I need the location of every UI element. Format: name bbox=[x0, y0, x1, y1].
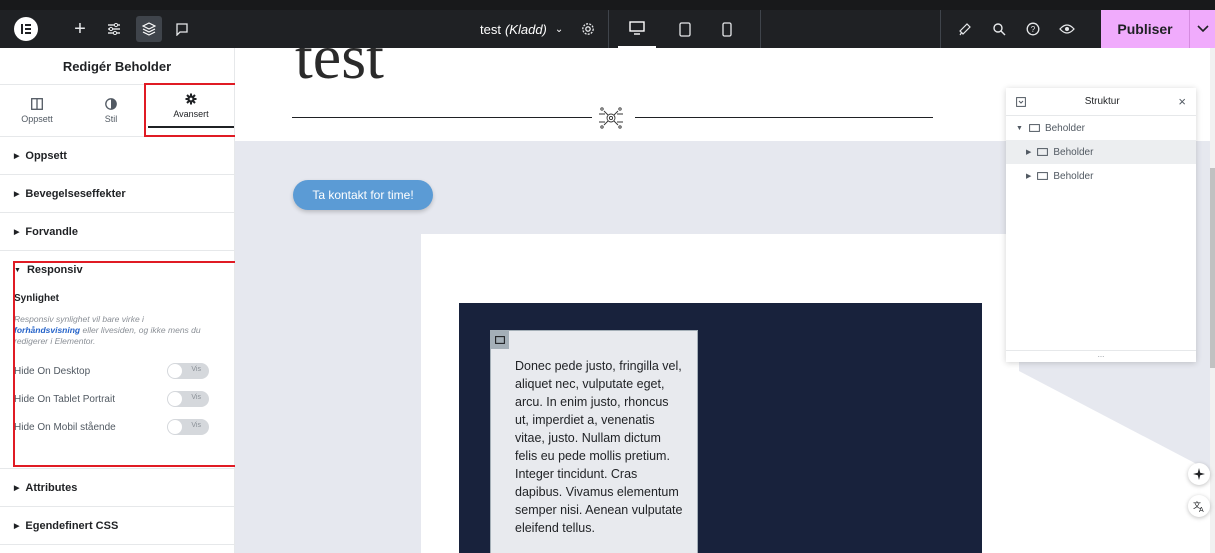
comments-icon[interactable] bbox=[170, 10, 194, 48]
section-label: Egendefinert CSS bbox=[25, 519, 119, 532]
document-title-text: test bbox=[480, 21, 501, 37]
chevron-down-icon: ⌄ bbox=[554, 23, 564, 35]
caret-right-icon: ▶ bbox=[14, 152, 20, 160]
highlight-box-responsiv bbox=[13, 261, 240, 467]
structure-toggle-icon[interactable] bbox=[1016, 96, 1026, 107]
mobile-device-icon[interactable] bbox=[712, 10, 742, 48]
tab-stil[interactable]: Stil bbox=[74, 85, 148, 136]
svg-text:?: ? bbox=[1031, 25, 1036, 34]
section-label: Forvandle bbox=[25, 225, 78, 238]
caret-right-icon[interactable]: ▶ bbox=[1026, 148, 1031, 156]
translate-icon[interactable]: 文A bbox=[1188, 495, 1210, 517]
notifications-icon[interactable] bbox=[952, 10, 978, 48]
desktop-device-icon[interactable] bbox=[618, 10, 656, 48]
tablet-device-icon[interactable] bbox=[670, 10, 700, 48]
page-settings-gear-icon[interactable] bbox=[576, 10, 600, 48]
toolbar-divider bbox=[760, 10, 761, 48]
section-attributes[interactable]: ▶ Attributes bbox=[0, 469, 234, 507]
structure-header: Struktur × bbox=[1006, 88, 1196, 116]
text-container[interactable]: Donec pede justo, fringilla vel, aliquet… bbox=[490, 330, 698, 553]
divider-line-left bbox=[292, 117, 592, 118]
section-bevegelseseffekter[interactable]: ▶ Bevegelseseffekter bbox=[0, 175, 234, 213]
close-icon[interactable]: × bbox=[1178, 94, 1186, 109]
structure-resize-handle[interactable]: ... bbox=[1006, 350, 1196, 362]
style-contrast-icon bbox=[105, 97, 117, 110]
help-icon[interactable]: ? bbox=[1020, 10, 1046, 48]
svg-text:A: A bbox=[1199, 507, 1204, 512]
structure-title: Struktur bbox=[1084, 96, 1120, 107]
toolbar-divider bbox=[940, 10, 941, 48]
toolbar-divider bbox=[608, 10, 609, 48]
caret-right-icon: ▶ bbox=[14, 484, 20, 492]
caret-right-icon: ▶ bbox=[14, 522, 20, 530]
tree-item-root[interactable]: ▼ Beholder bbox=[1006, 116, 1196, 140]
canvas-scrollbar[interactable] bbox=[1210, 48, 1215, 553]
container-icon bbox=[1029, 124, 1040, 132]
preview-eye-icon[interactable] bbox=[1054, 10, 1080, 48]
ai-sparkle-icon[interactable] bbox=[1188, 463, 1210, 485]
structure-panel: Struktur × ▼ Beholder ▶ Beholder ▶ Behol… bbox=[1006, 88, 1196, 362]
caret-down-icon[interactable]: ▼ bbox=[1016, 125, 1023, 132]
tree-item-label: Beholder bbox=[1053, 170, 1094, 182]
top-strip bbox=[0, 0, 1215, 10]
caret-right-icon: ▶ bbox=[14, 190, 20, 198]
container-icon bbox=[1037, 148, 1049, 156]
divider-ornament-icon bbox=[597, 105, 625, 131]
document-title[interactable]: test (Kladd) ⌄ bbox=[480, 10, 580, 48]
panel-title: Redigér Beholder bbox=[0, 48, 234, 85]
tab-label: Stil bbox=[104, 113, 118, 124]
search-icon[interactable] bbox=[986, 10, 1012, 48]
publish-button[interactable]: Publiser bbox=[1101, 10, 1189, 48]
section-label: Oppsett bbox=[25, 149, 67, 162]
container-handle-icon[interactable] bbox=[491, 331, 509, 349]
section-label: Bevegelseseffekter bbox=[25, 187, 126, 200]
publish-options-chevron-icon[interactable] bbox=[1189, 10, 1215, 48]
tree-item-child[interactable]: ▶ Beholder bbox=[1006, 140, 1196, 164]
body-text[interactable]: Donec pede justo, fringilla vel, aliquet… bbox=[515, 357, 685, 537]
section-label: Attributes bbox=[25, 481, 78, 494]
structure-layers-icon[interactable] bbox=[136, 16, 162, 42]
site-settings-icon[interactable] bbox=[102, 10, 126, 48]
editor-toolbar: + test (Kladd) ⌄ ? Publiser bbox=[0, 10, 1215, 48]
tree-item-label: Beholder bbox=[1044, 122, 1085, 134]
tree-item-label: Beholder bbox=[1053, 146, 1094, 158]
elementor-logo-icon[interactable] bbox=[12, 10, 40, 48]
tree-item-child[interactable]: ▶ Beholder bbox=[1006, 164, 1196, 188]
section-egendefinert-css[interactable]: ▶ Egendefinert CSS bbox=[0, 507, 234, 545]
section-forvandle[interactable]: ▶ Forvandle bbox=[0, 213, 234, 251]
layout-columns-icon bbox=[31, 97, 43, 110]
caret-right-icon: ▶ bbox=[14, 228, 20, 236]
add-element-icon[interactable]: + bbox=[68, 10, 92, 48]
section-oppsett[interactable]: ▶ Oppsett bbox=[0, 137, 234, 175]
scrollbar-thumb[interactable] bbox=[1210, 168, 1215, 368]
highlight-box-avansert bbox=[144, 83, 241, 137]
contact-button[interactable]: Ta kontakt for time! bbox=[293, 180, 433, 210]
page-heading[interactable]: test bbox=[295, 48, 384, 94]
caret-right-icon[interactable]: ▶ bbox=[1026, 172, 1031, 180]
divider-line-right bbox=[635, 117, 933, 118]
tab-label: Oppsett bbox=[21, 113, 53, 124]
tab-oppsett[interactable]: Oppsett bbox=[0, 85, 74, 136]
document-status: (Kladd) bbox=[504, 21, 547, 37]
container-icon bbox=[1037, 172, 1049, 180]
